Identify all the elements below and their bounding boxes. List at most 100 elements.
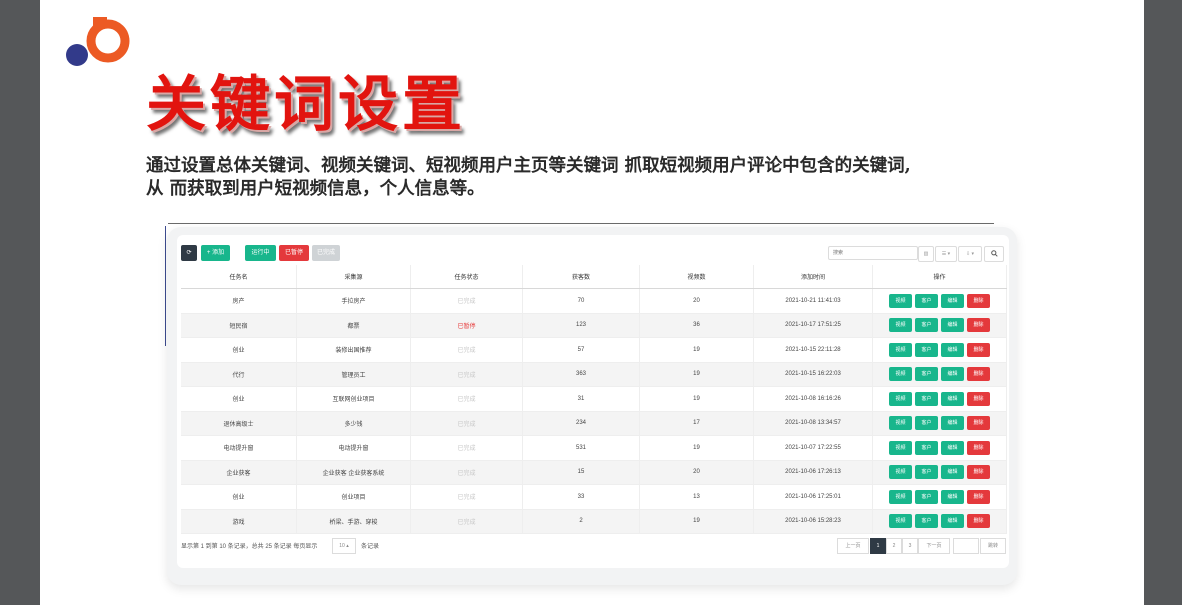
column-header: 操作	[872, 265, 1007, 289]
customer-count-cell: 123	[522, 313, 640, 338]
filter-paused-button[interactable]: 已暂停	[279, 245, 309, 261]
edit-button[interactable]: 编辑	[941, 514, 964, 529]
customer-button[interactable]: 客户	[915, 465, 938, 480]
filter-running-button[interactable]: 运行中	[245, 245, 276, 261]
search-input[interactable]	[828, 246, 918, 260]
delete-button[interactable]: 删除	[967, 293, 990, 308]
search-button[interactable]	[984, 246, 1004, 262]
customer-count-cell: 2	[522, 509, 640, 534]
task-name-cell: 电动提升窗	[181, 435, 297, 461]
edit-button[interactable]: 编辑	[941, 342, 964, 357]
actions-cell: 视频 客户 编辑 删除	[872, 337, 1007, 363]
customer-count-cell: 531	[522, 435, 640, 461]
video-button[interactable]: 视频	[889, 416, 912, 431]
video-button[interactable]: 视频	[889, 293, 912, 308]
column-header[interactable]: 任务状态	[410, 265, 523, 289]
added-time-cell: 2021-10-21 11:41:03	[753, 288, 873, 314]
customer-button[interactable]: 客户	[915, 489, 938, 504]
video-count-cell: 20	[639, 460, 754, 485]
table-row: 创业 创业项目 已完成 33 13 2021-10-06 17:25:01 视频 客户 编辑 删除	[181, 484, 1007, 510]
toggle-view-button[interactable]: ▥	[918, 246, 934, 262]
add-button[interactable]: + 添加	[201, 245, 230, 261]
edit-button[interactable]: 编辑	[941, 416, 964, 431]
status-cell: 已完成	[410, 362, 523, 387]
table-row: 代行 管理员工 已完成 363 19 2021-10-15 16:22:03 视频 客户 编辑删…	[181, 362, 1007, 387]
refresh-button[interactable]: ⟳	[181, 245, 197, 261]
customer-button[interactable]: 客户	[915, 293, 938, 308]
customer-button[interactable]: 客户	[915, 440, 938, 455]
video-button[interactable]: 视频	[889, 342, 912, 357]
table-footer: 显示第 1 到第 10 条记录，总共 25 条记录 每页显示 10 ▴ 条记录 …	[181, 538, 1007, 554]
delete-button[interactable]: 删除	[967, 367, 990, 382]
export-dropdown[interactable]: ⇩ ▾	[958, 246, 982, 262]
status-cell: 已完成	[410, 386, 523, 412]
description: 通过设置总体关键词、视频关键词、短视频用户主页等关键词 抓取短视频用户评论中包含…	[146, 155, 1076, 201]
actions-cell: 视频 客户 编辑 删除	[872, 484, 1007, 510]
table-row: 电动提升窗 电动提升窗 已完成 531 19 2021-10-07 17:22:55 视频客…	[181, 435, 1007, 461]
delete-button[interactable]: 删除	[967, 318, 990, 333]
video-button[interactable]: 视频	[889, 440, 912, 455]
customer-button[interactable]: 客户	[915, 416, 938, 431]
prev-page-button[interactable]: 上一页	[837, 538, 869, 554]
video-count-cell: 19	[639, 509, 754, 534]
task-name-cell: 短民宿	[181, 313, 297, 338]
video-button[interactable]: 视频	[889, 465, 912, 480]
page-3-button[interactable]: 3	[902, 538, 918, 554]
edit-button[interactable]: 编辑	[941, 367, 964, 382]
filter-done-button[interactable]: 已完成	[312, 245, 340, 261]
goto-page-input[interactable]	[953, 538, 979, 554]
column-header[interactable]: 任务名	[181, 265, 297, 289]
video-button[interactable]: 视频	[889, 489, 912, 504]
task-name-cell: 创业	[181, 337, 297, 363]
edit-button[interactable]: 编辑	[941, 465, 964, 480]
customer-button[interactable]: 客户	[915, 367, 938, 382]
page-1-button[interactable]: 1	[870, 538, 886, 554]
source-cell: 创业项目	[296, 484, 411, 510]
page-title: 关键词设置	[146, 70, 466, 140]
screenshot-frame: ⟳ + 添加 运行中 已暂停 已完成 ▥ ☰ ▾ ⇩ ▾ 任务名 采集源	[167, 227, 1017, 585]
column-header[interactable]: 获客数	[522, 265, 640, 289]
delete-button[interactable]: 删除	[967, 489, 990, 504]
edit-button[interactable]: 编辑	[941, 318, 964, 333]
columns-dropdown[interactable]: ☰ ▾	[935, 246, 957, 262]
video-button[interactable]: 视频	[889, 514, 912, 529]
column-header[interactable]: 采集源	[296, 265, 411, 289]
delete-button[interactable]: 删除	[967, 342, 990, 357]
added-time-cell: 2021-10-06 15:28:23	[753, 509, 873, 534]
added-time-cell: 2021-10-15 22:11:28	[753, 337, 873, 363]
next-page-button[interactable]: 下一页	[918, 538, 950, 554]
video-button[interactable]: 视频	[889, 391, 912, 406]
page-size-select[interactable]: 10 ▴	[332, 538, 356, 554]
page-2-button[interactable]: 2	[886, 538, 902, 554]
video-button[interactable]: 视频	[889, 318, 912, 333]
edit-button[interactable]: 编辑	[941, 489, 964, 504]
delete-button[interactable]: 删除	[967, 465, 990, 480]
edit-button[interactable]: 编辑	[941, 440, 964, 455]
delete-button[interactable]: 删除	[967, 440, 990, 455]
edit-button[interactable]: 编辑	[941, 293, 964, 308]
source-cell: 桥梁、手游、穿梭	[296, 509, 411, 534]
column-header[interactable]: 视频数	[639, 265, 754, 289]
edit-button[interactable]: 编辑	[941, 391, 964, 406]
video-button[interactable]: 视频	[889, 367, 912, 382]
task-table: 任务名 采集源 任务状态 获客数 视频数 添加时间 操作 房产 手拉房产 已完成 70…	[181, 265, 1007, 534]
customer-button[interactable]: 客户	[915, 514, 938, 529]
actions-cell: 视频 客户 编辑 删除	[872, 362, 1007, 387]
delete-button[interactable]: 删除	[967, 416, 990, 431]
refresh-icon: ⟳	[186, 250, 192, 256]
video-count-cell: 19	[639, 435, 754, 461]
source-cell: 互联网创业项目	[296, 386, 411, 412]
divider-left	[165, 226, 166, 346]
customer-button[interactable]: 客户	[915, 391, 938, 406]
customer-count-cell: 15	[522, 460, 640, 485]
source-cell: 都票	[296, 313, 411, 338]
video-count-cell: 20	[639, 288, 754, 314]
customer-button[interactable]: 客户	[915, 318, 938, 333]
goto-page-button[interactable]: 跳转	[980, 538, 1006, 554]
status-cell: 已完成	[410, 337, 523, 363]
customer-button[interactable]: 客户	[915, 342, 938, 357]
task-name-cell: 游戏	[181, 509, 297, 534]
delete-button[interactable]: 删除	[967, 514, 990, 529]
delete-button[interactable]: 删除	[967, 391, 990, 406]
column-header[interactable]: 添加时间	[753, 265, 873, 289]
